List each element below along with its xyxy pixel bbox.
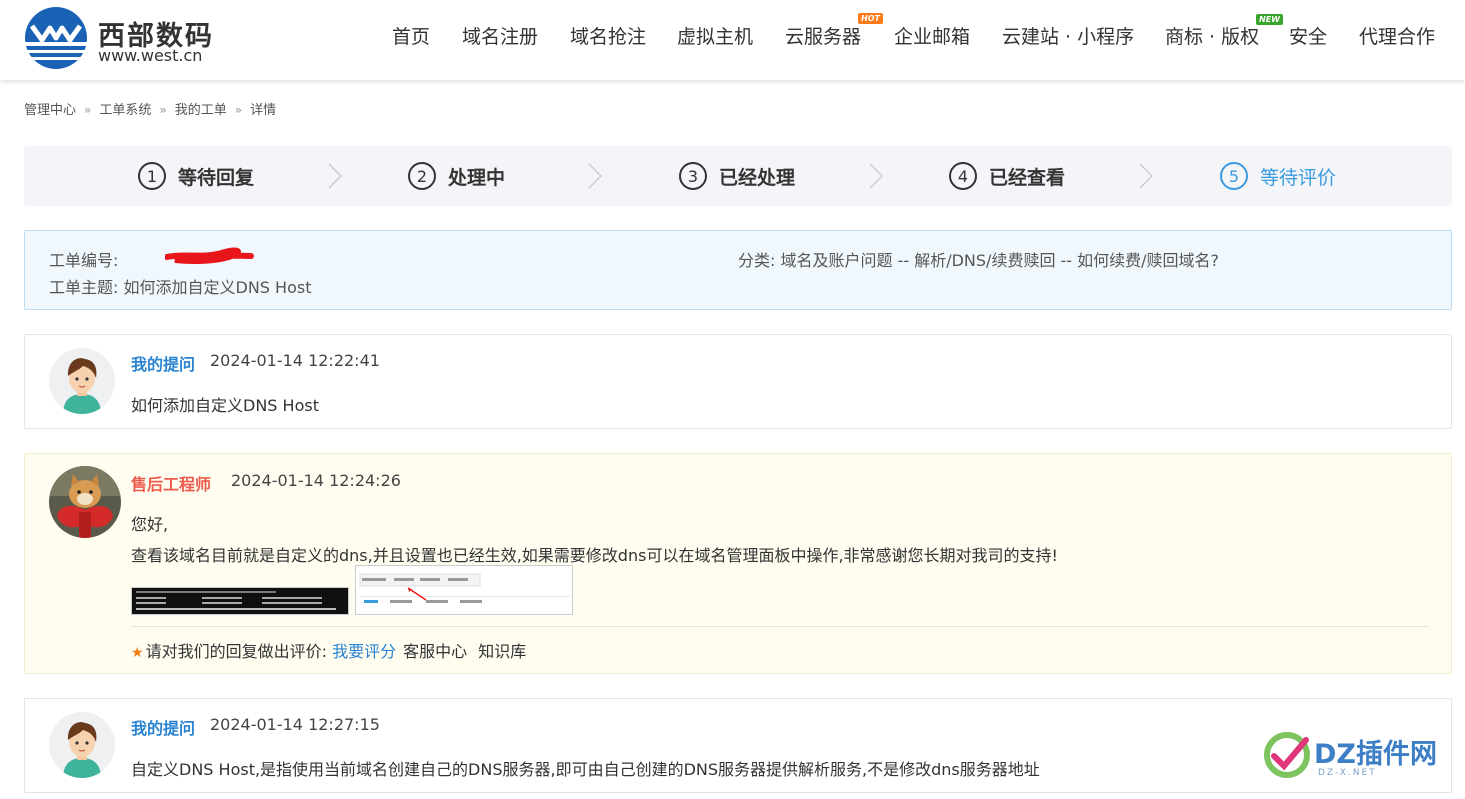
logo-domain: www.west.cn xyxy=(98,46,203,65)
ticket-info-box: 工单编号: 分类: 域名及账户问题 -- 解析/DNS/续费赎回 -- 如何续费… xyxy=(24,230,1452,310)
step-4: 4 已经查看 xyxy=(949,161,1065,191)
rating-bar: ★ 请对我们的回复做出评价: 我要评分 客服中心 知识库 xyxy=(131,638,526,662)
step-4-number: 4 xyxy=(949,162,977,190)
nav-cloud-site[interactable]: 云建站 · 小程序 xyxy=(1002,22,1134,49)
message-card: 我的提问 2024-01-14 12:27:15 自定义DNS Host,是指使… xyxy=(24,698,1452,793)
message-time: 2024-01-14 12:22:41 xyxy=(210,351,380,370)
watermark: DZ插件网 DZ-X.NET xyxy=(1262,728,1462,788)
step-5: 5 等待评价 xyxy=(1220,161,1336,191)
nav-domain-backorder[interactable]: 域名抢注 xyxy=(570,22,646,49)
breadcrumb-item-my-tickets[interactable]: 我的工单 xyxy=(175,103,227,118)
step-4-label: 已经查看 xyxy=(989,166,1066,189)
boy-avatar-icon xyxy=(49,348,115,414)
step-2-number: 2 xyxy=(408,162,436,190)
terminal-image-icon xyxy=(132,588,348,614)
user-avatar xyxy=(49,348,115,414)
ticket-category: 分类: 域名及账户问题 -- 解析/DNS/续费赎回 -- 如何续费/赎回域名? xyxy=(738,247,1219,271)
reply-text: 查看该域名目前就是自定义的dns,并且设置也已经生效,如果需要修改dns可以在域… xyxy=(131,546,1058,565)
message-author: 我的提问 xyxy=(131,355,196,374)
message-time: 2024-01-14 12:27:15 xyxy=(210,715,380,734)
chevron-right-icon xyxy=(869,163,884,189)
step-5-number: 5 xyxy=(1220,162,1248,190)
step-2-label: 处理中 xyxy=(448,166,506,189)
screenshot-thumbnail-terminal[interactable] xyxy=(131,587,349,615)
chevron-double-right-icon: » xyxy=(84,103,92,117)
message-text: 自定义DNS Host,是指使用当前域名创建自己的DNS服务器,即可由自己创建的… xyxy=(131,760,1040,779)
reply-greeting: 您好, xyxy=(131,515,169,534)
message-text: 如何添加自定义DNS Host xyxy=(131,396,319,415)
redaction-scribble xyxy=(165,247,254,264)
watermark-sub: DZ-X.NET xyxy=(1318,768,1377,778)
breadcrumb-item-detail: 详情 xyxy=(250,103,277,118)
boy-avatar-icon xyxy=(49,712,115,778)
chevron-double-right-icon: » xyxy=(159,103,167,117)
nav-security[interactable]: 安全 xyxy=(1289,22,1327,49)
rating-prompt: 请对我们的回复做出评价: xyxy=(145,642,327,661)
reply-author: 售后工程师 xyxy=(131,475,212,494)
ticket-category-value: 域名及账户问题 -- 解析/DNS/续费赎回 -- 如何续费/赎回域名? xyxy=(780,251,1220,270)
step-3-label: 已经处理 xyxy=(719,166,796,189)
ticket-category-label: 分类: xyxy=(738,251,776,270)
chevron-right-icon xyxy=(328,163,343,189)
nav-trademark[interactable]: 商标 · 版权 xyxy=(1165,22,1259,49)
ticket-subject-value: 如何添加自定义DNS Host xyxy=(123,278,312,297)
reply-card: 售后工程师 2024-01-14 12:24:26 您好, 查看该域名目前就是自… xyxy=(24,453,1452,674)
step-3: 3 已经处理 xyxy=(679,161,795,191)
step-2: 2 处理中 xyxy=(408,161,505,191)
nav-virtual-host[interactable]: 虚拟主机 xyxy=(677,22,753,49)
ticket-progress-steps: 1 等待回复 2 处理中 3 已经处理 4 已经查看 5 等待评价 xyxy=(24,146,1452,206)
step-5-label: 等待评价 xyxy=(1260,166,1337,189)
message-card: 我的提问 2024-01-14 12:22:41 如何添加自定义DNS Host xyxy=(24,334,1452,429)
site-logo[interactable]: 西部数码 www.west.cn xyxy=(24,6,224,72)
step-3-number: 3 xyxy=(679,162,707,190)
ticket-subject: 工单主题: 如何添加自定义DNS Host xyxy=(49,274,311,298)
rate-link[interactable]: 我要评分 xyxy=(332,642,396,661)
shiba-dog-avatar-icon xyxy=(49,466,121,538)
nav-enterprise-mail[interactable]: 企业邮箱 xyxy=(894,22,970,49)
site-header: 西部数码 www.west.cn 首页 域名注册 域名抢注 虚拟主机 云服务器 … xyxy=(0,0,1465,80)
knowledge-base-link[interactable]: 知识库 xyxy=(478,642,526,661)
panel-image-icon xyxy=(356,566,572,614)
nav-domain-register[interactable]: 域名注册 xyxy=(462,22,538,49)
breadcrumb: 管理中心 » 工单系统 » 我的工单 » 详情 xyxy=(24,99,276,118)
step-1-number: 1 xyxy=(138,162,166,190)
service-center-link[interactable]: 客服中心 xyxy=(403,642,467,661)
ticket-number-label: 工单编号: xyxy=(49,251,119,270)
breadcrumb-item-tickets[interactable]: 工单系统 xyxy=(99,103,151,118)
reply-time: 2024-01-14 12:24:26 xyxy=(231,471,401,490)
ticket-subject-label: 工单主题: xyxy=(49,278,119,297)
message-author: 我的提问 xyxy=(131,719,196,738)
nav-home[interactable]: 首页 xyxy=(392,22,430,49)
new-badge: NEW xyxy=(1256,14,1283,25)
divider xyxy=(131,626,1429,627)
engineer-avatar xyxy=(49,466,121,538)
chevron-double-right-icon: » xyxy=(234,103,243,117)
chevron-right-icon xyxy=(588,163,603,189)
dz-logo-icon xyxy=(1264,732,1310,778)
breadcrumb-item-admin[interactable]: 管理中心 xyxy=(24,103,76,118)
nav-cloud-server[interactable]: 云服务器 xyxy=(785,22,861,49)
watermark-text: DZ插件网 xyxy=(1314,739,1437,770)
screenshot-thumbnail-panel[interactable] xyxy=(355,565,573,615)
hot-badge: HOT xyxy=(858,13,883,24)
chevron-right-icon xyxy=(1139,163,1154,189)
step-1: 1 等待回复 xyxy=(138,161,254,191)
west-logo-icon xyxy=(24,7,88,69)
step-1-label: 等待回复 xyxy=(178,166,255,189)
nav-agent[interactable]: 代理合作 xyxy=(1359,22,1435,49)
star-icon: ★ xyxy=(131,645,144,661)
user-avatar xyxy=(49,712,115,778)
